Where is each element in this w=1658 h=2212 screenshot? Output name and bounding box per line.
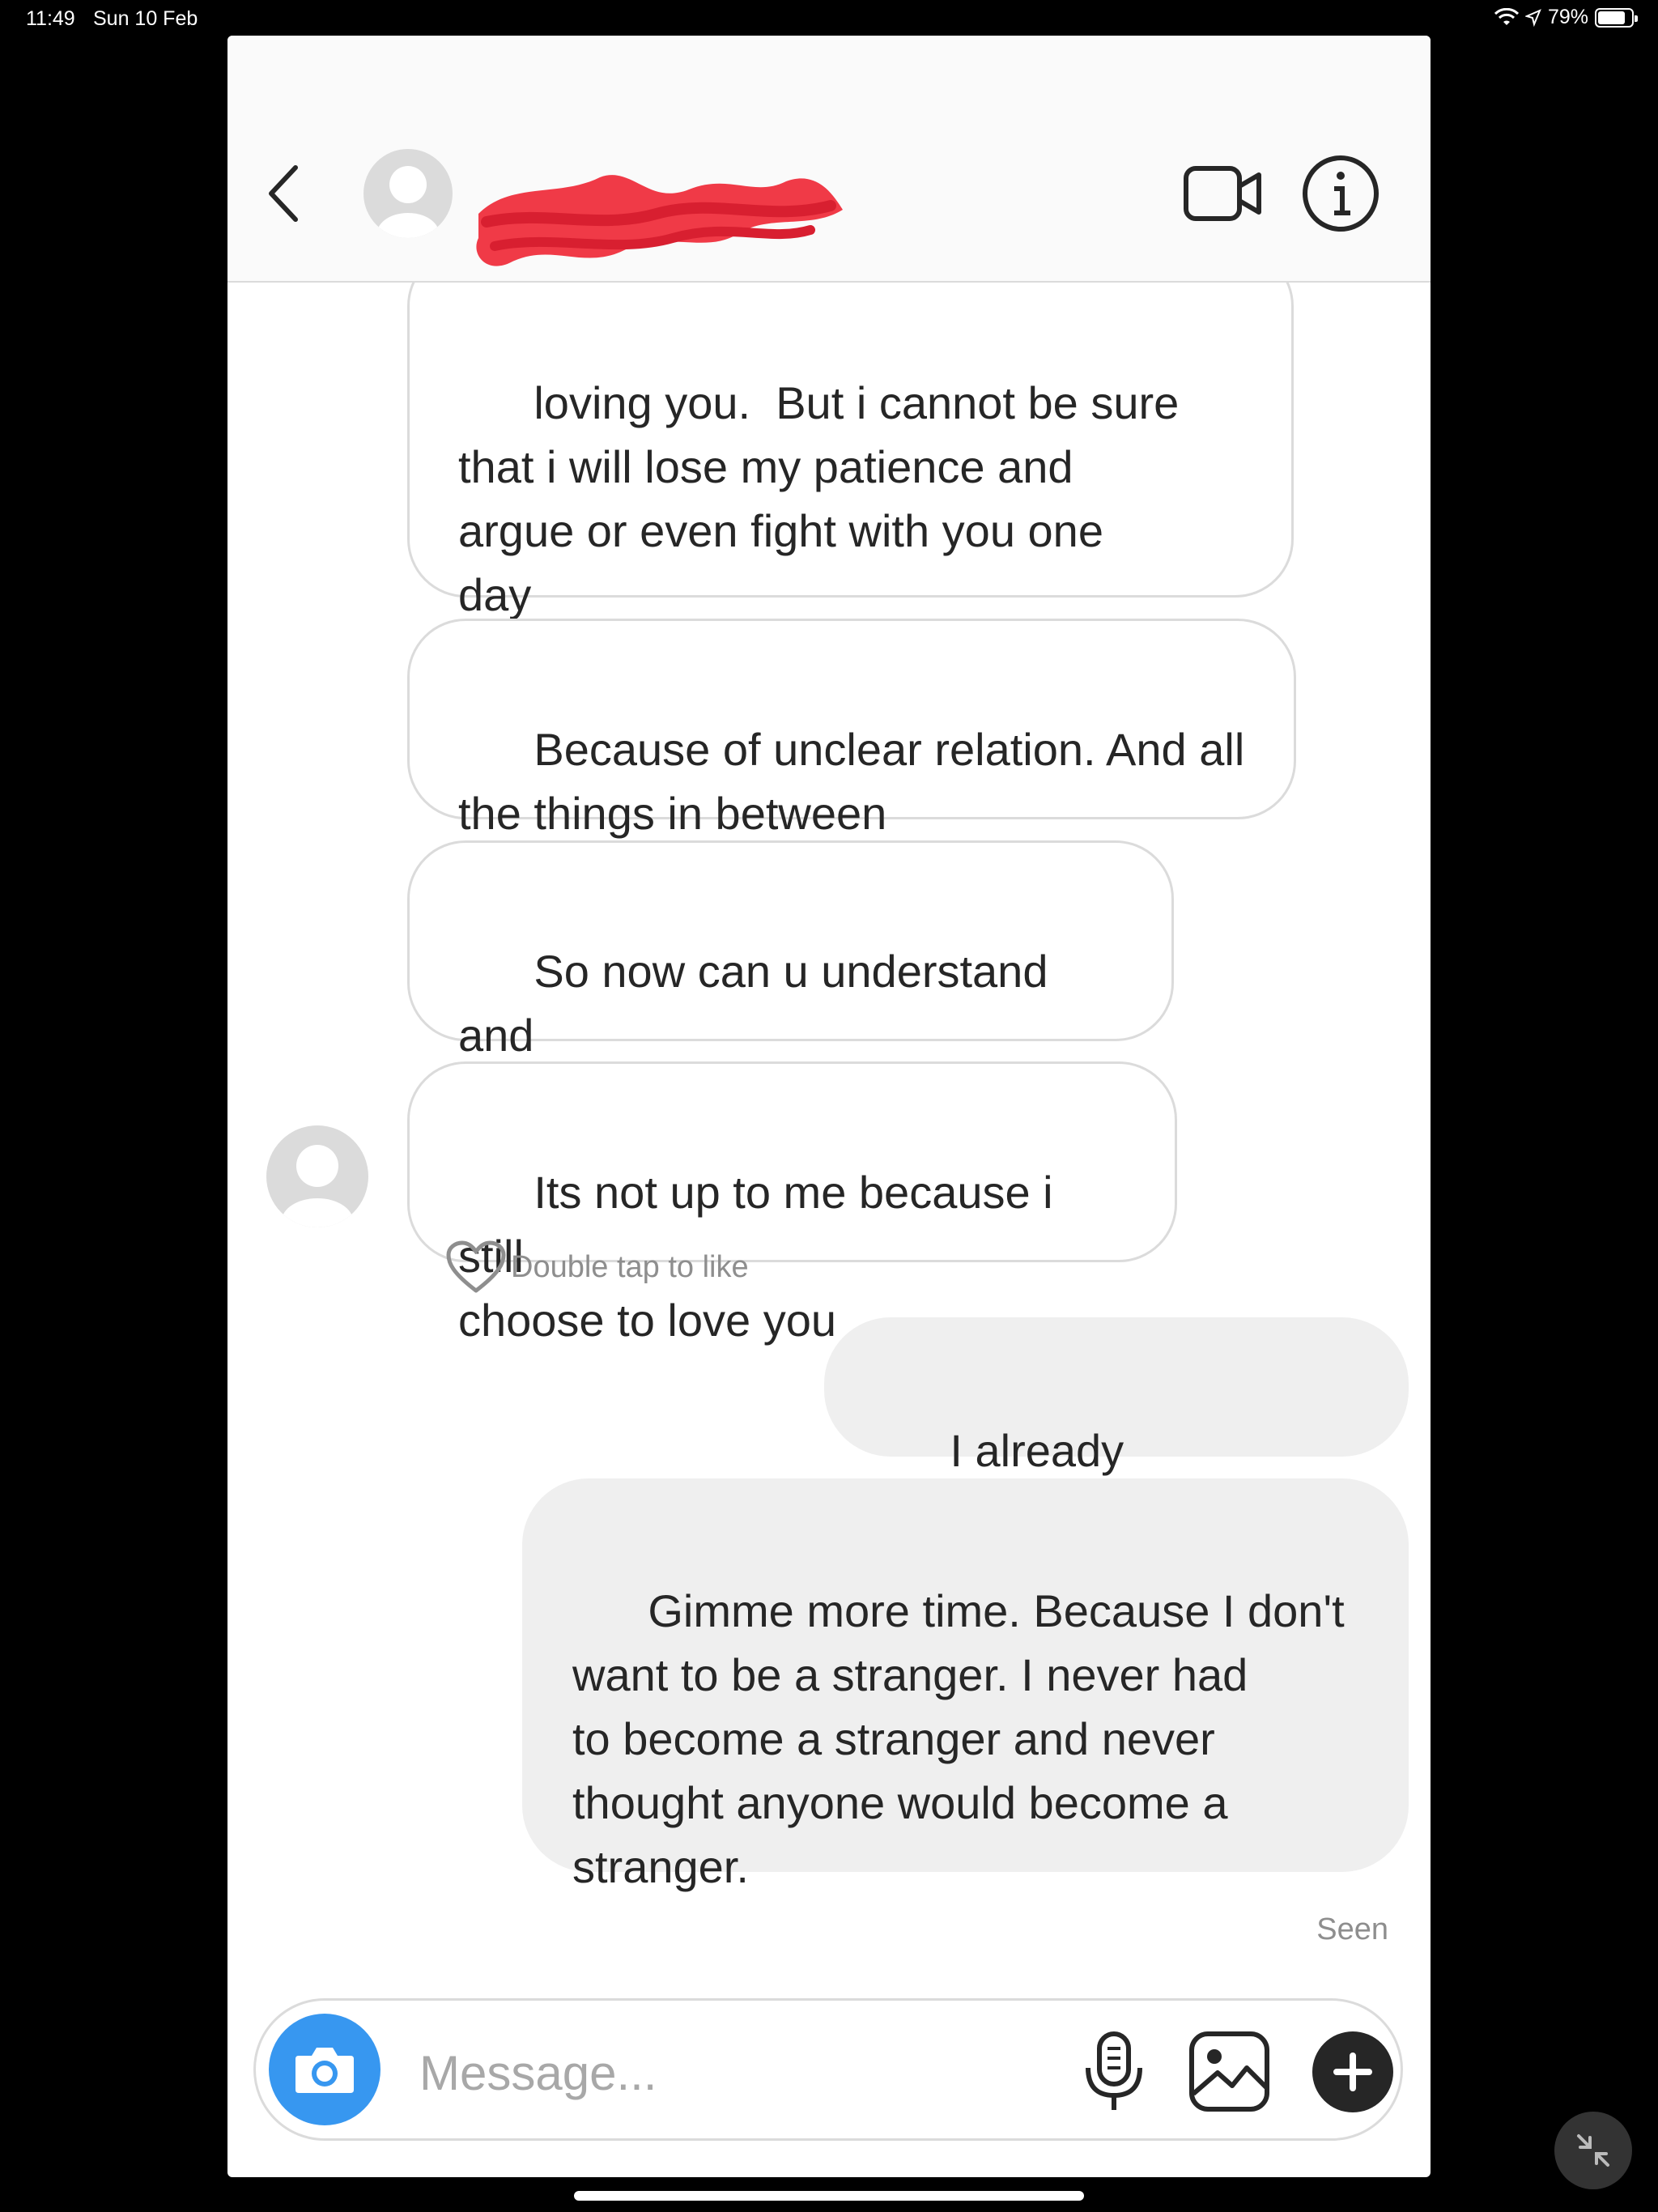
message-bubble-incoming[interactable]: loving you. But i cannot be sure that i … <box>407 248 1294 620</box>
gallery-icon[interactable] <box>1187 2029 1272 2114</box>
sender-avatar[interactable] <box>266 1125 368 1227</box>
camera-button[interactable] <box>269 2014 380 2125</box>
message-bubble-outgoing[interactable]: Gimme more time. Because I don't want to… <box>522 1478 1409 1892</box>
message-text: Gimme more time. Because I don't want to… <box>572 1585 1345 1892</box>
message-bubble-incoming[interactable]: Because of unclear relation. And all the… <box>407 619 1296 839</box>
home-indicator[interactable] <box>574 2191 1084 2201</box>
contact-name-redacted[interactable] <box>462 165 851 295</box>
double-tap-like-hint: Double tap to like <box>446 1240 749 1294</box>
chevron-left-icon[interactable] <box>260 161 308 226</box>
microphone-icon[interactable] <box>1073 2029 1154 2114</box>
user-placeholder-icon <box>377 166 439 238</box>
status-right: 79% <box>1494 6 1638 29</box>
user-placeholder-icon <box>282 1145 353 1227</box>
status-bar: 11:49 Sun 10 Feb 79% <box>0 0 1658 39</box>
heart-icon[interactable] <box>446 1240 506 1294</box>
collapse-arrows-icon <box>1577 2134 1609 2167</box>
camera-icon <box>295 2048 354 2093</box>
battery-icon <box>1595 7 1638 28</box>
ipad-screen: 11:49 Sun 10 Feb 79% loving you. But i c… <box>0 0 1658 2212</box>
info-icon[interactable] <box>1300 153 1381 234</box>
message-bubble-incoming[interactable]: Its not up to me because i still choose … <box>407 1061 1177 1346</box>
location-arrow-icon <box>1524 8 1541 27</box>
dm-window: loving you. But i cannot be sure that i … <box>227 36 1431 2177</box>
message-bubble-outgoing[interactable]: I already understand. <box>824 1317 1409 1540</box>
message-input[interactable] <box>418 2031 988 2114</box>
status-date: Sun 10 Feb <box>93 7 198 30</box>
like-hint-text: Double tap to like <box>511 1249 749 1284</box>
collapse-window-button[interactable] <box>1554 2112 1632 2189</box>
seen-receipt: Seen <box>1316 1912 1388 1946</box>
plus-button[interactable] <box>1312 2031 1393 2112</box>
message-composer <box>253 1998 1403 2141</box>
wifi-icon <box>1494 7 1519 25</box>
plus-icon <box>1333 2052 1372 2091</box>
dm-header <box>227 36 1431 283</box>
contact-avatar[interactable] <box>363 149 453 238</box>
message-text: loving you. But i cannot be sure that i … <box>458 377 1180 620</box>
video-camera-icon[interactable] <box>1183 157 1264 230</box>
status-time: 11:49 <box>26 7 75 30</box>
message-text: Because of unclear relation. And all the… <box>458 724 1245 839</box>
message-bubble-incoming[interactable]: So now can u understand and choose <box>407 840 1174 1125</box>
battery-percent: 79% <box>1547 6 1588 28</box>
